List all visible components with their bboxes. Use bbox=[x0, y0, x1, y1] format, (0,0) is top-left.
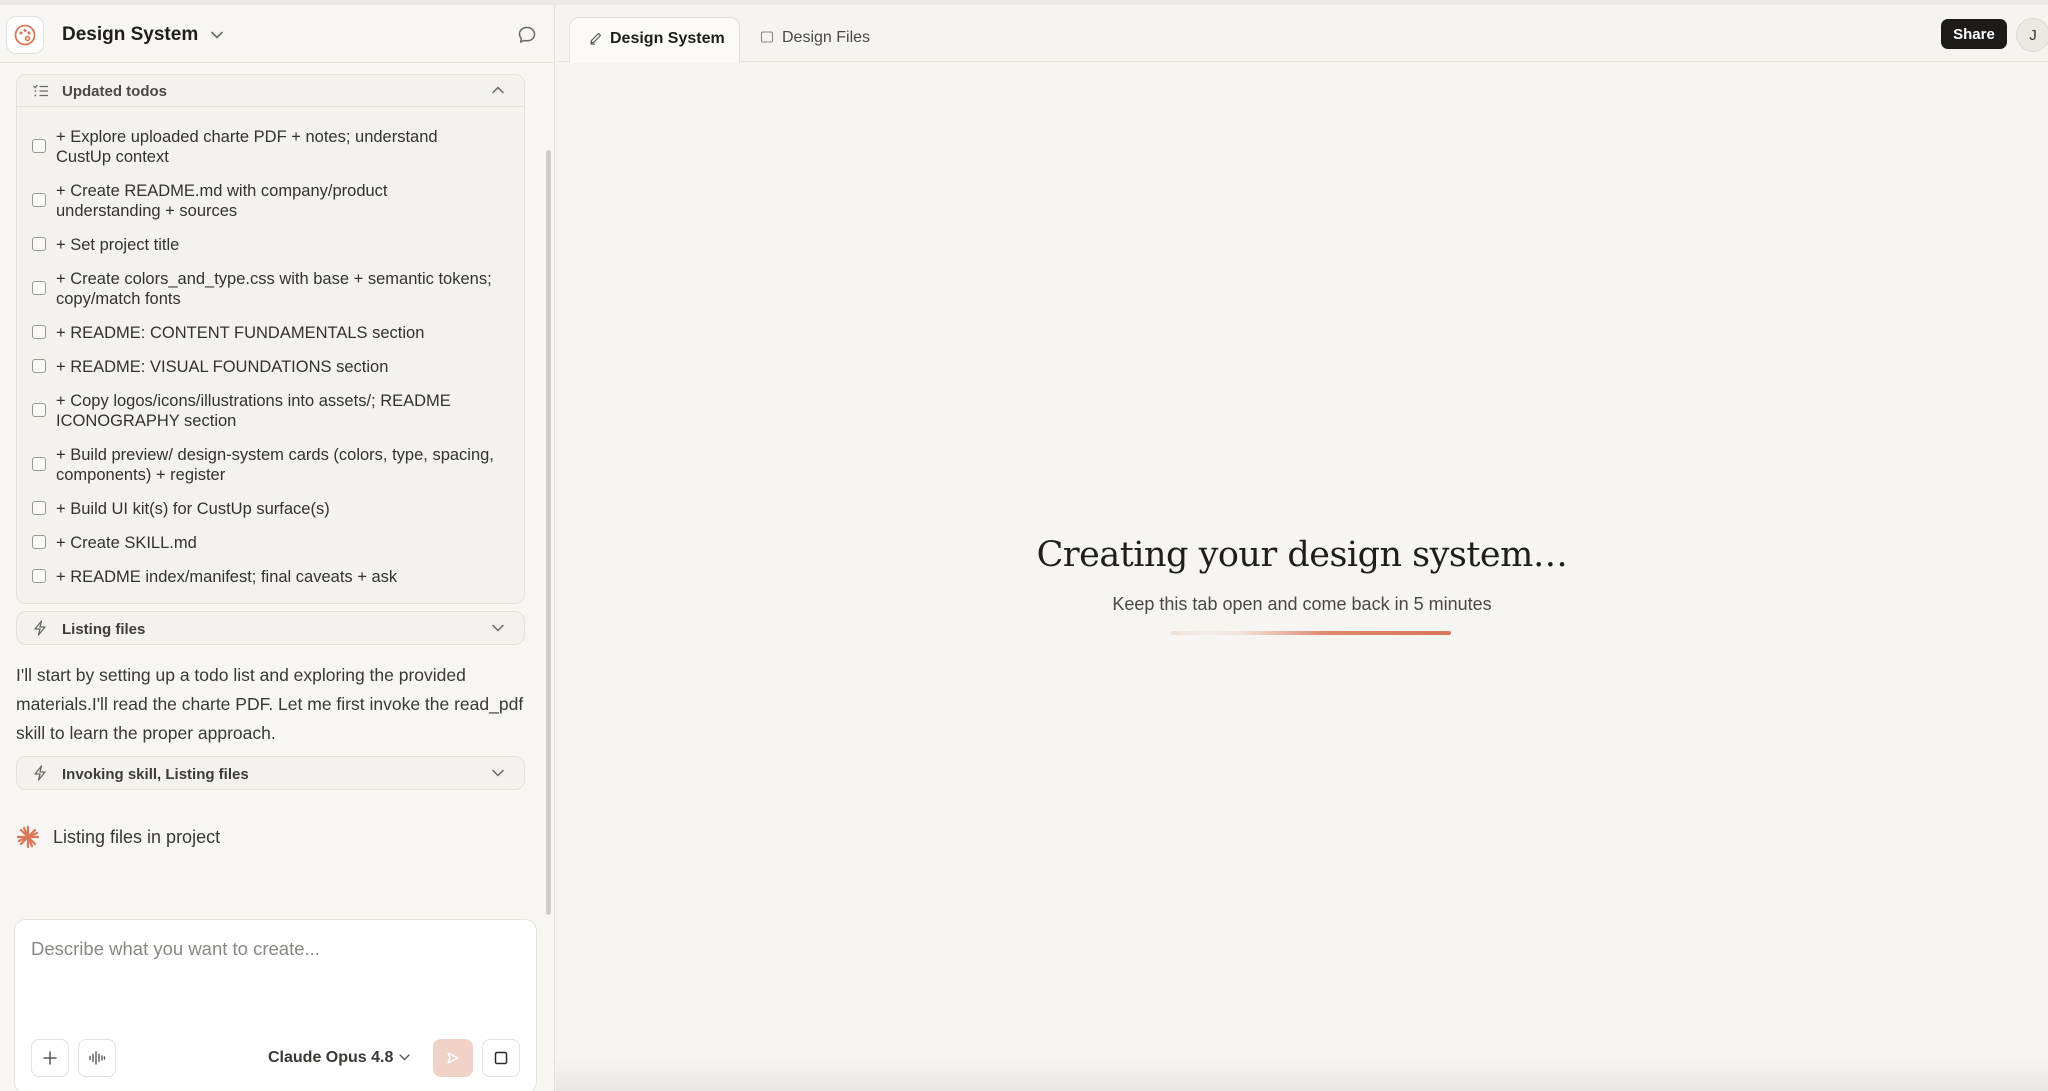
waveform-icon bbox=[89, 1051, 106, 1065]
chat-panel: Design System Updated todos + Explore up… bbox=[0, 5, 555, 1091]
tab-label: Design System bbox=[610, 30, 725, 47]
todo-checkbox[interactable] bbox=[32, 403, 46, 417]
todo-checkbox[interactable] bbox=[32, 457, 46, 471]
todo-item-text: + Create SKILL.md bbox=[56, 534, 197, 552]
bolt-icon bbox=[34, 620, 46, 636]
chevron-down-icon[interactable] bbox=[211, 31, 223, 39]
bolt-icon bbox=[34, 765, 46, 781]
voice-input-button[interactable] bbox=[78, 1039, 116, 1077]
list-check-icon bbox=[33, 84, 48, 97]
todo-card-title: Updated todos bbox=[62, 83, 167, 100]
todo-checkbox[interactable] bbox=[32, 139, 46, 153]
tab-label: Design Files bbox=[782, 29, 871, 46]
todo-item-text: + Create colors_and_type.css with base +… bbox=[56, 270, 492, 308]
bottom-shadow bbox=[556, 1057, 2048, 1091]
preview-panel: Design System Design Files Share J Creat… bbox=[556, 5, 2048, 1091]
todo-item-text: + README: VISUAL FOUNDATIONS section bbox=[56, 358, 389, 376]
project-title[interactable]: Design System bbox=[62, 24, 198, 46]
spark-icon bbox=[16, 825, 40, 849]
send-icon bbox=[447, 1052, 459, 1064]
avatar[interactable]: J bbox=[2016, 18, 2048, 52]
palette-icon[interactable] bbox=[6, 16, 44, 54]
composer: Claude Opus 4.8 bbox=[14, 919, 537, 1091]
todo-item-text: + Create README.md with company/product … bbox=[56, 182, 388, 220]
tab-bar: Design System Design Files Share J bbox=[556, 5, 2048, 63]
chat-bubble-icon[interactable] bbox=[517, 25, 537, 45]
share-button[interactable]: Share bbox=[1941, 19, 2007, 49]
stop-icon bbox=[494, 1051, 508, 1065]
todo-item-text: + Build UI kit(s) for CustUp surface(s) bbox=[56, 500, 330, 518]
stop-button[interactable] bbox=[482, 1039, 520, 1077]
todo-item-text: + README: CONTENT FUNDAMENTALS section bbox=[56, 324, 425, 342]
todo-checkbox[interactable] bbox=[32, 193, 46, 207]
step-label: Invoking skill, Listing files bbox=[62, 766, 249, 783]
invoking-skill-step[interactable]: Invoking skill, Listing files bbox=[16, 756, 525, 790]
plus-icon bbox=[43, 1051, 57, 1065]
assistant-message: I'll start by setting up a todo list and… bbox=[16, 665, 524, 743]
add-attachment-button[interactable] bbox=[31, 1039, 69, 1077]
todo-card: Updated todos + Explore uploaded charte … bbox=[16, 74, 525, 604]
chevron-down-icon[interactable] bbox=[399, 1054, 410, 1061]
prompt-input[interactable] bbox=[31, 938, 511, 960]
chevron-down-icon[interactable] bbox=[492, 769, 504, 777]
todo-checkbox[interactable] bbox=[32, 237, 46, 251]
file-icon bbox=[760, 31, 774, 43]
pen-icon bbox=[590, 32, 602, 45]
status-text: Listing files in project bbox=[53, 827, 221, 847]
todo-item-text: + Explore uploaded charte PDF + notes; u… bbox=[56, 128, 438, 166]
send-button[interactable] bbox=[433, 1039, 473, 1077]
listing-files-step[interactable]: Listing files bbox=[16, 611, 525, 645]
todo-checkbox[interactable] bbox=[32, 569, 46, 583]
chat-scrollbar[interactable] bbox=[546, 150, 551, 915]
tab-design-system[interactable]: Design System bbox=[569, 17, 740, 63]
chevron-down-icon[interactable] bbox=[492, 624, 504, 632]
todo-item-text: + Build preview/ design-system cards (co… bbox=[56, 446, 494, 484]
loading-title: Creating your design system… bbox=[1036, 535, 1568, 575]
todo-item-text: + Copy logos/icons/illustrations into as… bbox=[56, 392, 451, 430]
todo-checkbox[interactable] bbox=[32, 535, 46, 549]
todo-checkbox[interactable] bbox=[32, 501, 46, 515]
todo-item-text: + Set project title bbox=[56, 236, 180, 254]
chat-header: Design System bbox=[0, 5, 555, 63]
todo-checkbox[interactable] bbox=[32, 281, 46, 295]
chevron-up-icon[interactable] bbox=[492, 86, 504, 94]
loading-subtitle: Keep this tab open and come back in 5 mi… bbox=[1112, 594, 1492, 614]
todo-checkbox[interactable] bbox=[32, 325, 46, 339]
todo-checkbox[interactable] bbox=[32, 359, 46, 373]
todo-item-text: + README index/manifest; final caveats +… bbox=[56, 568, 398, 586]
todo-card-header[interactable]: Updated todos bbox=[17, 75, 524, 107]
progress-indicator bbox=[1171, 631, 1451, 635]
model-selector[interactable]: Claude Opus 4.8 bbox=[268, 1049, 393, 1067]
step-label: Listing files bbox=[62, 621, 146, 638]
